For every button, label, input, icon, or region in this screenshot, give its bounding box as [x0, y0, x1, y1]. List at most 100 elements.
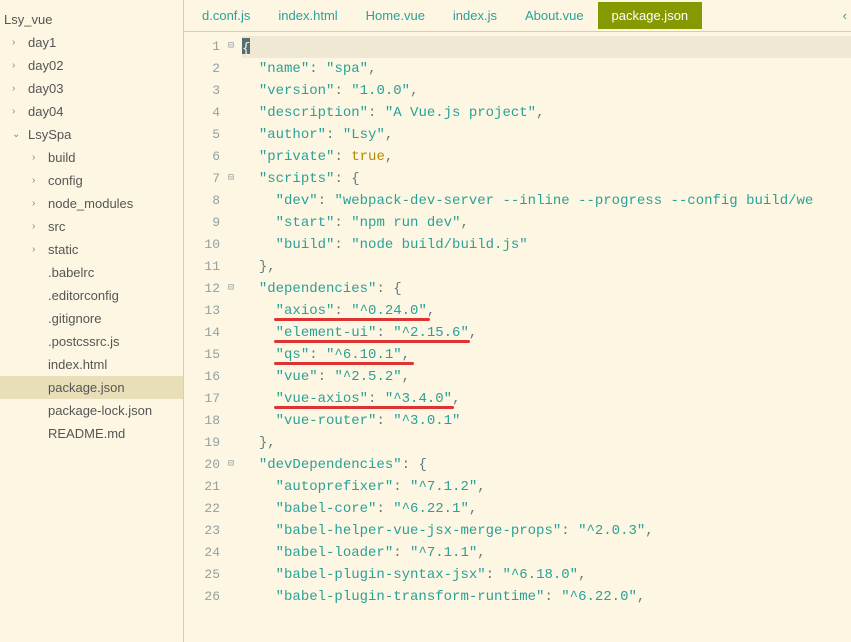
- fold-toggle-icon: [228, 410, 242, 432]
- tree-folder[interactable]: ›day02: [0, 54, 183, 77]
- tree-item-label: .postcssrc.js: [48, 334, 120, 349]
- tree-item-label: .editorconfig: [48, 288, 119, 303]
- code-line[interactable]: "description": "A Vue.js project",: [242, 102, 851, 124]
- tree-file[interactable]: .gitignore: [0, 307, 183, 330]
- tree-folder[interactable]: ⌄LsySpa: [0, 123, 183, 146]
- chevron-right-icon: ›: [32, 152, 46, 163]
- fold-toggle-icon[interactable]: ⊟: [228, 168, 242, 190]
- tree-folder[interactable]: ›day04: [0, 100, 183, 123]
- tree-file[interactable]: .babelrc: [0, 261, 183, 284]
- editor-tab[interactable]: About.vue: [511, 2, 598, 29]
- chevron-right-icon: ›: [32, 221, 46, 232]
- code-line[interactable]: "babel-plugin-syntax-jsx": "^6.18.0",: [242, 564, 851, 586]
- code-editor[interactable]: 1234567891011121314151617181920212223242…: [184, 32, 851, 642]
- chevron-right-icon: ›: [12, 83, 26, 94]
- tree-item-label: .babelrc: [48, 265, 94, 280]
- line-number-gutter: 1234567891011121314151617181920212223242…: [184, 32, 228, 642]
- code-line[interactable]: "babel-helper-vue-jsx-merge-props": "^2.…: [242, 520, 851, 542]
- tree-item-label: .gitignore: [48, 311, 101, 326]
- fold-toggle-icon: [228, 256, 242, 278]
- tree-item-label: day1: [28, 35, 56, 50]
- tree-file[interactable]: .postcssrc.js: [0, 330, 183, 353]
- cursor: {: [242, 38, 250, 54]
- tree-item-label: node_modules: [48, 196, 133, 211]
- tree-file[interactable]: package-lock.json: [0, 399, 183, 422]
- fold-toggle-icon: [228, 58, 242, 80]
- code-line[interactable]: "private": true,: [242, 146, 851, 168]
- tree-item-label: README.md: [48, 426, 125, 441]
- chevron-right-icon: ›: [12, 106, 26, 117]
- annotation-underline: [274, 406, 454, 409]
- editor-tab[interactable]: index.js: [439, 2, 511, 29]
- code-line[interactable]: {: [242, 36, 851, 58]
- fold-toggle-icon: [228, 322, 242, 344]
- tree-folder[interactable]: ›config: [0, 169, 183, 192]
- code-line[interactable]: "axios": "^0.24.0",: [242, 300, 851, 322]
- fold-toggle-icon[interactable]: ⊟: [228, 278, 242, 300]
- annotation-underline: [274, 340, 470, 343]
- code-line[interactable]: },: [242, 432, 851, 454]
- tree-item-label: day03: [28, 81, 63, 96]
- editor-tab[interactable]: index.html: [264, 2, 351, 29]
- tree-root-label: Lsy_vue: [4, 12, 52, 27]
- fold-toggle-icon: [228, 146, 242, 168]
- chevron-right-icon: ›: [32, 175, 46, 186]
- code-line[interactable]: "autoprefixer": "^7.1.2",: [242, 476, 851, 498]
- code-line[interactable]: "name": "spa",: [242, 58, 851, 80]
- tree-root[interactable]: Lsy_vue: [0, 8, 183, 31]
- fold-toggle-icon: [228, 190, 242, 212]
- code-line[interactable]: "babel-core": "^6.22.1",: [242, 498, 851, 520]
- fold-toggle-icon: [228, 388, 242, 410]
- code-line[interactable]: },: [242, 256, 851, 278]
- code-line[interactable]: "vue-router": "^3.0.1": [242, 410, 851, 432]
- tab-scroll-left-icon[interactable]: ‹: [839, 8, 851, 23]
- tree-folder[interactable]: ›node_modules: [0, 192, 183, 215]
- chevron-down-icon: ⌄: [12, 129, 26, 140]
- code-line[interactable]: "author": "Lsy",: [242, 124, 851, 146]
- tree-folder[interactable]: ›day1: [0, 31, 183, 54]
- code-line[interactable]: "dependencies": {: [242, 278, 851, 300]
- tree-item-label: index.html: [48, 357, 107, 372]
- tree-folder[interactable]: ›build: [0, 146, 183, 169]
- tree-file[interactable]: index.html: [0, 353, 183, 376]
- code-line[interactable]: "version": "1.0.0",: [242, 80, 851, 102]
- editor-tab[interactable]: package.json: [598, 2, 703, 29]
- editor-tab[interactable]: Home.vue: [352, 2, 439, 29]
- fold-toggle-icon: [228, 366, 242, 388]
- code-line[interactable]: "vue-axios": "^3.4.0",: [242, 388, 851, 410]
- fold-toggle-icon: [228, 234, 242, 256]
- code-line[interactable]: "qs": "^6.10.1",: [242, 344, 851, 366]
- tree-file[interactable]: package.json: [0, 376, 183, 399]
- tree-folder[interactable]: ›static: [0, 238, 183, 261]
- fold-toggle-icon[interactable]: ⊟: [228, 454, 242, 476]
- tree-file[interactable]: .editorconfig: [0, 284, 183, 307]
- code-line[interactable]: "vue": "^2.5.2",: [242, 366, 851, 388]
- fold-toggle-icon: [228, 212, 242, 234]
- code-line[interactable]: "scripts": {: [242, 168, 851, 190]
- annotation-underline: [274, 362, 414, 365]
- tree-item-label: config: [48, 173, 83, 188]
- file-tree-sidebar: Lsy_vue ›day1›day02›day03›day04⌄LsySpa›b…: [0, 0, 184, 642]
- fold-toggle-icon: [228, 564, 242, 586]
- tree-folder[interactable]: ›day03: [0, 77, 183, 100]
- code-line[interactable]: "babel-plugin-transform-runtime": "^6.22…: [242, 586, 851, 608]
- code-line[interactable]: "dev": "webpack-dev-server --inline --pr…: [242, 190, 851, 212]
- editor-tab[interactable]: d.conf.js: [188, 2, 264, 29]
- code-line[interactable]: "start": "npm run dev",: [242, 212, 851, 234]
- code-content[interactable]: { "name": "spa", "version": "1.0.0", "de…: [242, 32, 851, 642]
- chevron-right-icon: ›: [12, 37, 26, 48]
- code-line[interactable]: "element-ui": "^2.15.6",: [242, 322, 851, 344]
- code-line[interactable]: "build": "node build/build.js": [242, 234, 851, 256]
- fold-toggle-icon: [228, 124, 242, 146]
- tree-item-label: package.json: [48, 380, 125, 395]
- tree-folder[interactable]: ›src: [0, 215, 183, 238]
- tree-item-label: src: [48, 219, 65, 234]
- code-line[interactable]: "devDependencies": {: [242, 454, 851, 476]
- main-panel: d.conf.jsindex.htmlHome.vueindex.jsAbout…: [184, 0, 851, 642]
- fold-gutter: ⊟ ⊟ ⊟ ⊟: [228, 32, 242, 642]
- fold-toggle-icon[interactable]: ⊟: [228, 36, 242, 58]
- code-line[interactable]: "babel-loader": "^7.1.1",: [242, 542, 851, 564]
- tree-file[interactable]: README.md: [0, 422, 183, 445]
- tab-bar: d.conf.jsindex.htmlHome.vueindex.jsAbout…: [184, 0, 851, 32]
- tree-item-label: LsySpa: [28, 127, 71, 142]
